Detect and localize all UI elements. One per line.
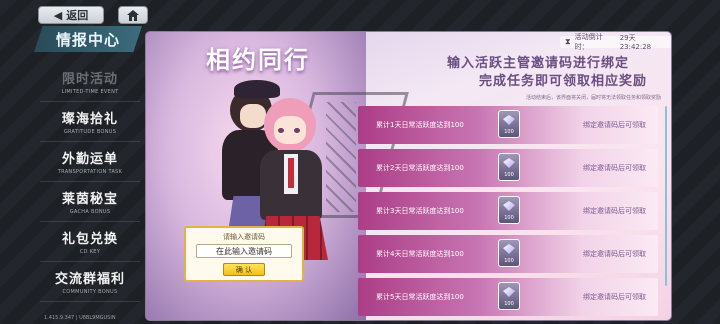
- countdown-value: 29天23:42:28: [619, 34, 652, 51]
- task-row: 累计3天日常活跃度达到100 100 绑定邀请码后可领取: [358, 192, 658, 230]
- sidebar-item-label: 礼包兑换: [61, 232, 118, 247]
- task-row: 累计4天日常活跃度达到100 100 绑定邀请码后可领取: [358, 235, 658, 273]
- reward-item[interactable]: 100: [498, 239, 520, 267]
- reward-quantity: 100: [504, 129, 514, 135]
- sidebar-item-sublabel: TRANSPORTATION TASK: [57, 169, 123, 175]
- event-headline-1: 输入活跃主管邀请码进行绑定: [446, 56, 629, 71]
- home-button[interactable]: [118, 6, 148, 24]
- sidebar-item-cd-key[interactable]: 礼包兑换 CD KEY: [40, 222, 140, 262]
- sidebar-item-label: 限时活动: [61, 72, 118, 87]
- back-button[interactable]: ◀ 返回: [38, 6, 104, 24]
- task-row: 累计5天日常活跃度达到100 100 绑定邀请码后可领取: [358, 278, 658, 316]
- task-row: 累计1天日常活跃度达到100 100 绑定邀请码后可领取: [358, 106, 658, 144]
- sidebar-item-sublabel: GRATITUDE BONUS: [63, 129, 117, 135]
- sidebar-item-limited-event[interactable]: 限时活动 LIMITED-TIME EVENT: [40, 62, 140, 102]
- task-status: 绑定邀请码后可领取: [583, 293, 646, 301]
- reward-quantity: 100: [504, 215, 514, 221]
- invite-code-box: 请输入邀请码 在此输入邀请码 确 认: [184, 226, 304, 282]
- reward-item[interactable]: 100: [498, 153, 520, 181]
- sidebar-item-label: 璨海拾礼: [61, 112, 118, 127]
- task-status: 绑定邀请码后可领取: [583, 250, 646, 258]
- reward-quantity: 100: [504, 172, 514, 178]
- task-list-scrollbar[interactable]: [665, 106, 667, 286]
- task-description: 累计5天日常活跃度达到100: [376, 293, 464, 301]
- sidebar-item-gacha-bonus[interactable]: 莱茵秘宝 GACHA BONUS: [40, 182, 140, 222]
- sidebar-item-transportation-task[interactable]: 外勤运单 TRANSPORTATION TASK: [40, 142, 140, 182]
- sidebar-item-sublabel: CD KEY: [79, 249, 101, 255]
- sidebar-item-label: 外勤运单: [61, 152, 118, 167]
- countdown-label: 活动倒计时：: [574, 33, 603, 51]
- sidebar-item-gratitude-bonus[interactable]: 璨海拾礼 GRATITUDE BONUS: [40, 102, 140, 142]
- reward-quantity: 100: [504, 301, 514, 307]
- home-icon: [127, 9, 139, 21]
- confirm-button[interactable]: 确 认: [223, 263, 265, 276]
- event-title: 相约同行: [206, 45, 310, 74]
- task-description: 累计2天日常活跃度达到100: [376, 164, 464, 172]
- sidebar-item-sublabel: LIMITED-TIME EVENT: [61, 89, 119, 95]
- task-row: 累计2天日常活跃度达到100 100 绑定邀请码后可领取: [358, 149, 658, 187]
- crystal-icon: [503, 287, 515, 297]
- event-headline-2: 完成任务即可领取相应奖励: [478, 74, 647, 89]
- task-description: 累计4天日常活跃度达到100: [376, 250, 464, 258]
- task-list[interactable]: 累计1天日常活跃度达到100 100 绑定邀请码后可领取 累计2天日常活跃度达到…: [358, 106, 658, 320]
- invite-code-input[interactable]: 在此输入邀请码: [196, 244, 292, 258]
- sidebar-item-label: 交流群福利: [54, 272, 125, 287]
- invite-code-label: 请输入邀请码: [223, 233, 265, 241]
- reward-quantity: 100: [504, 258, 514, 264]
- back-arrow-icon: ◀: [53, 8, 63, 22]
- sidebar-item-label: 莱茵秘宝: [61, 192, 118, 207]
- crystal-icon: [503, 115, 515, 125]
- sidebar-title: 情报中心: [34, 26, 142, 52]
- crystal-icon: [503, 158, 515, 168]
- sidebar: 限时活动 LIMITED-TIME EVENT 璨海拾礼 GRATITUDE B…: [40, 62, 140, 302]
- event-note: 活动结束后，该界面将关闭，届时将无法领取任务和领取奖励: [525, 95, 661, 101]
- event-panel: 相约同行 ⧗ 活动倒计时： 29天23:42:28 输入活跃主管邀请码进行绑定 …: [146, 32, 671, 320]
- crystal-icon: [503, 244, 515, 254]
- reward-item[interactable]: 100: [498, 196, 520, 224]
- task-status: 绑定邀请码后可领取: [583, 207, 646, 215]
- sidebar-item-sublabel: COMMUNITY BONUS: [62, 289, 118, 295]
- sidebar-item-community-bonus[interactable]: 交流群福利 COMMUNITY BONUS: [40, 262, 140, 302]
- reward-item[interactable]: 100: [498, 282, 520, 310]
- task-status: 绑定邀请码后可领取: [583, 121, 646, 129]
- task-status: 绑定邀请码后可领取: [583, 164, 646, 172]
- reward-item[interactable]: 100: [498, 110, 520, 138]
- version-text: 1.415.9.347 | U8BL9MGUSIN: [44, 315, 116, 321]
- task-description: 累计3天日常活跃度达到100: [376, 207, 464, 215]
- event-countdown: ⧗ 活动倒计时： 29天23:42:28: [560, 33, 671, 51]
- sidebar-item-sublabel: GACHA BONUS: [69, 209, 111, 215]
- crystal-icon: [503, 201, 515, 211]
- task-description: 累计1天日常活跃度达到100: [376, 121, 464, 129]
- back-label: 返回: [66, 9, 89, 22]
- hourglass-icon: ⧗: [565, 37, 571, 46]
